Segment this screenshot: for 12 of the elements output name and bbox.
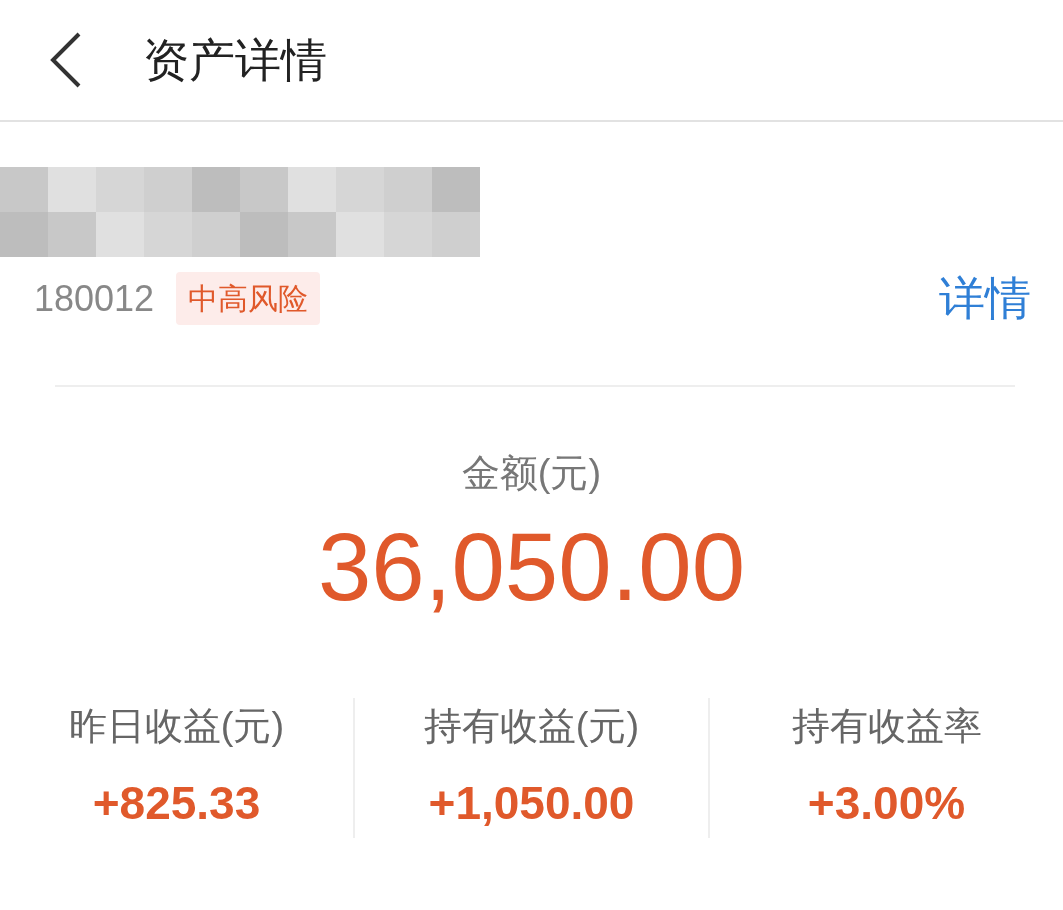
stat-label: 持有收益率 — [790, 703, 983, 749]
stat-value: +1,050.00 — [427, 775, 636, 831]
page-title: 资产详情 — [143, 32, 327, 88]
stat-label: 持有收益(元) — [422, 703, 641, 749]
stat-label: 昨日收益(元) — [67, 703, 286, 749]
amount-value: 36,050.00 — [316, 514, 747, 620]
stat-value: +825.33 — [91, 775, 262, 831]
stat-value: +3.00% — [806, 775, 967, 831]
amount-label: 金额(元) — [460, 451, 603, 496]
details-link[interactable]: 详情 — [939, 264, 1031, 333]
fund-code: 180012 — [34, 276, 155, 321]
risk-tag: 中高风险 — [176, 272, 321, 325]
